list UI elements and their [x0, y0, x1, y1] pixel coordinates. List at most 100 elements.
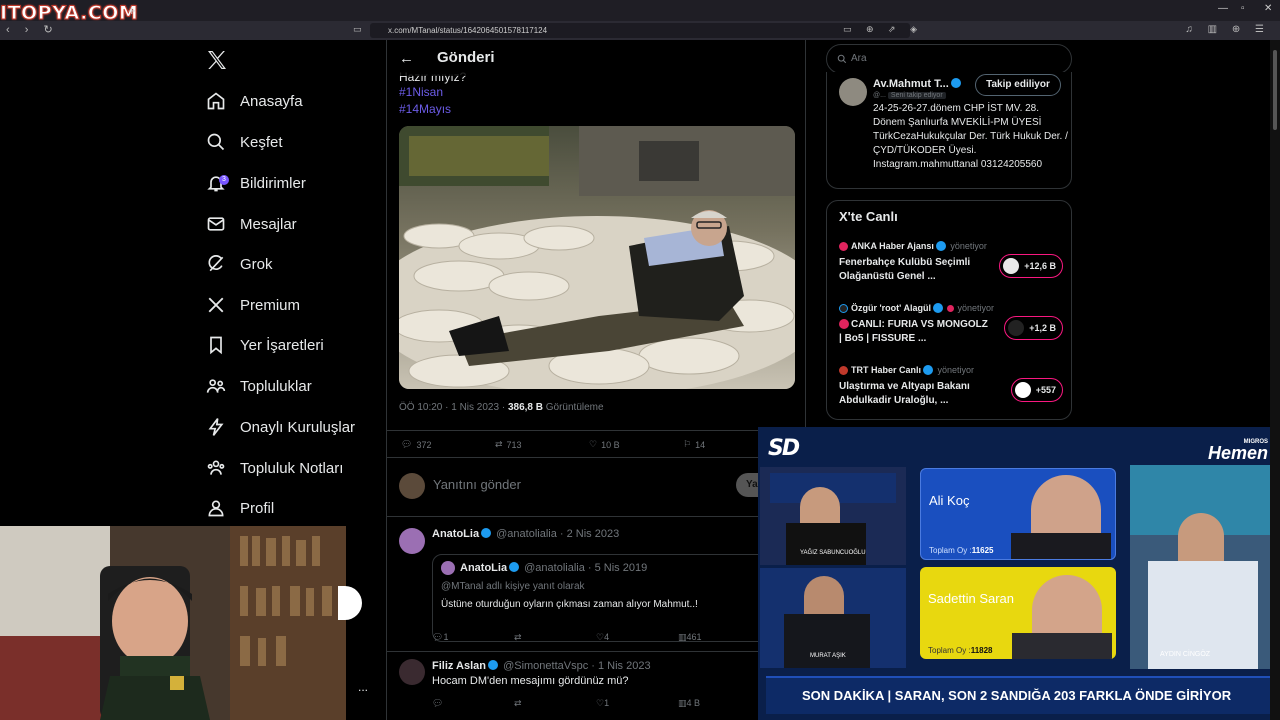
sidebar-item-community-notes[interactable]: Topluluk Notları	[205, 450, 343, 486]
sidebar-item-explore[interactable]: Keşfet	[205, 124, 283, 160]
follows-you-badge: Seni takip ediyor	[887, 92, 946, 99]
live-item[interactable]: Özgür 'root' Alagül yönetiyor CANLI: FUR…	[839, 302, 1063, 353]
close-window-button[interactable]: ✕	[1264, 3, 1272, 14]
live-count-pill[interactable]: +12,6 B	[999, 254, 1063, 278]
reply-input[interactable]: Yanıtını gönder	[433, 477, 521, 492]
live-text: CANLI: FURIA VS MONGOLZ | Bo5 | FISSURE …	[839, 319, 988, 344]
sidebar-item-grok[interactable]: Grok	[205, 246, 273, 282]
like-action[interactable]: ♡ 4	[596, 632, 609, 643]
reply-author[interactable]: AnatoLia @anatolialia · 2 Nis 2023	[432, 528, 619, 540]
candidate-card: Sadettin Saran Toplam Oy :11828	[920, 567, 1116, 659]
post-date[interactable]: 1 Nis 2023	[451, 402, 499, 413]
search-placeholder: Ara	[851, 53, 867, 64]
reply-author[interactable]: Filiz Aslan @SimonettaVspc · 1 Nis 2023	[432, 660, 651, 672]
search-input[interactable]: Ara	[826, 44, 1072, 74]
like-action[interactable]: ♡ 10 B	[589, 439, 620, 450]
bell-icon: 3	[205, 172, 229, 194]
maximize-button[interactable]: ▫	[1241, 3, 1245, 14]
verified-icon	[935, 240, 946, 251]
url-actions-icons[interactable]: ▭ ⊕ ⇗ ◈	[843, 24, 923, 35]
like-count: 10 B	[601, 439, 620, 450]
bookmark-action[interactable]: ⚐ 14	[683, 439, 705, 450]
live-count-pill[interactable]: +1,2 B	[1004, 316, 1063, 340]
post-photo[interactable]	[399, 126, 795, 389]
search-icon	[205, 131, 227, 153]
avatar[interactable]	[839, 78, 867, 106]
heart-icon: ♡	[589, 439, 598, 449]
sidebar-item-label: Keşfet	[240, 133, 283, 151]
page-scrollbar[interactable]	[1270, 40, 1280, 720]
hashtag-link[interactable]: #14Mayıs	[399, 102, 451, 116]
home-icon	[205, 90, 227, 112]
sidebar-item-verified-orgs[interactable]: Onaylı Kuruluşlar	[205, 409, 355, 445]
post-time[interactable]: ÖÖ 10:20	[399, 402, 442, 413]
scroll-handle[interactable]	[338, 586, 362, 620]
post-meta: ÖÖ 10:20 · 1 Nis 2023 · 386,8 B Görüntül…	[399, 402, 604, 413]
like-action[interactable]: ♡ 1	[596, 698, 609, 709]
live-item[interactable]: TRT Haber Canlı yönetiyor Ulaştırma ve A…	[839, 364, 1063, 415]
bookmark-icon: ⚐	[683, 439, 692, 449]
live-text: Ulaştırma ve Altyapı Bakanı Abdulkadir U…	[839, 381, 970, 406]
sidebar-item-bookmarks[interactable]: Yer İşaretleri	[205, 327, 324, 363]
live-count-pill[interactable]: +557	[1010, 378, 1063, 402]
sidebar-item-label: Profil	[240, 499, 275, 517]
following-button[interactable]: Takip ediliyor	[975, 74, 1061, 96]
repost-action[interactable]: ⇄	[514, 698, 522, 709]
sidebar-item-label: Bildirimler	[240, 174, 306, 192]
new-tab-button[interactable]: +	[128, 3, 136, 18]
views-action[interactable]: ▥ 461	[678, 632, 702, 643]
sidebar-item-communities[interactable]: Topluluklar	[205, 368, 312, 404]
views-action[interactable]: ▥ 4 B	[678, 698, 700, 709]
back-arrow-icon[interactable]: ←	[399, 50, 414, 67]
streamer-webcam	[0, 526, 346, 720]
sidebar-item-notifications[interactable]: 3 Bildirimler	[205, 165, 306, 201]
lightning-icon	[205, 416, 227, 438]
reply-action[interactable]: 💬︎ 372	[401, 439, 431, 450]
sidebar-item-label: Yer İşaretleri	[240, 336, 324, 354]
toolbar-icons[interactable]: ♫ ▥ ⊕ ☰	[1185, 24, 1270, 35]
avatar	[441, 561, 455, 575]
list-item[interactable]: Filiz Aslan @SimonettaVspc · 1 Nis 2023 …	[387, 653, 805, 720]
sidebar-item-label: Onaylı Kuruluşlar	[240, 418, 356, 436]
browser-tab-bar: ITOPYA.COM + — ▫ ✕	[0, 0, 1280, 25]
sponsor-logo: MIGROS Hemen	[1207, 439, 1268, 463]
stream-overlay: SD MIGROS Hemen YAĞIZ SABUNCUOĞLU MURAT …	[758, 427, 1280, 720]
bookmark-page-icon[interactable]: ▭	[353, 24, 362, 35]
sidebar-item-label: Premium	[240, 296, 301, 314]
sidebar-item-messages[interactable]: Mesajlar	[205, 206, 297, 242]
post-action-bar: 💬︎ 372 ⇄ 713 ♡ 10 B ⚐ 14	[387, 430, 805, 458]
sidebar-item-premium[interactable]: Premium	[205, 287, 300, 323]
quote-author: AnatoLia @anatolialia · 5 Nis 2019	[460, 562, 648, 574]
nav-buttons[interactable]: ‹ › ↻	[6, 23, 59, 36]
repost-icon: ⇄	[495, 439, 503, 449]
search-icon	[837, 54, 847, 64]
sidebar-item-label: Topluluk Notları	[240, 459, 344, 477]
avatar	[399, 473, 425, 499]
reply-action[interactable]: 💬︎	[432, 698, 443, 709]
hashtag-link[interactable]: #1Nisan	[399, 85, 443, 99]
x-logo-icon[interactable]	[205, 48, 229, 72]
sidebar-item-label: Mesajlar	[240, 215, 297, 233]
profile-name[interactable]: Av.Mahmut T...	[873, 78, 963, 90]
repost-action[interactable]: ⇄	[514, 632, 522, 643]
news-ticker: SON DAKİKA | SARAN, SON 2 SANDIĞA 203 FA…	[766, 676, 1272, 714]
post-header: ← Gönderi	[387, 40, 805, 76]
repost-action[interactable]: ⇄ 713	[495, 439, 522, 450]
more-icon[interactable]: ...	[358, 680, 368, 694]
profile-handle: @... Seni takip ediyor	[873, 92, 946, 99]
post-views: 386,8 B	[507, 402, 543, 413]
community-notes-icon	[205, 457, 227, 479]
live-card: X'te Canlı ANKA Haber Ajansı yönetiyor F…	[826, 200, 1072, 420]
notification-badge: 3	[219, 175, 229, 185]
verified-icon	[923, 364, 934, 375]
live-item[interactable]: ANKA Haber Ajansı yönetiyor Fenerbahçe K…	[839, 240, 1063, 291]
sidebar-item-label: Grok	[240, 255, 273, 273]
minimize-button[interactable]: —	[1218, 3, 1228, 14]
reply-action[interactable]: 💬︎ 1	[432, 632, 448, 643]
url-field[interactable]: x.com/MTanal/status/1642064501578117124	[370, 23, 910, 38]
sidebar-item-home[interactable]: Anasayfa	[205, 83, 303, 119]
sidebar-item-profile[interactable]: Profil	[205, 490, 274, 526]
list-item[interactable]: AnatoLia @anatolialia · 2 Nis 2023 Anato…	[387, 518, 805, 652]
quoted-post[interactable]: AnatoLia @anatolialia · 5 Nis 2019 @MTan…	[432, 554, 797, 642]
avatar	[399, 659, 425, 685]
